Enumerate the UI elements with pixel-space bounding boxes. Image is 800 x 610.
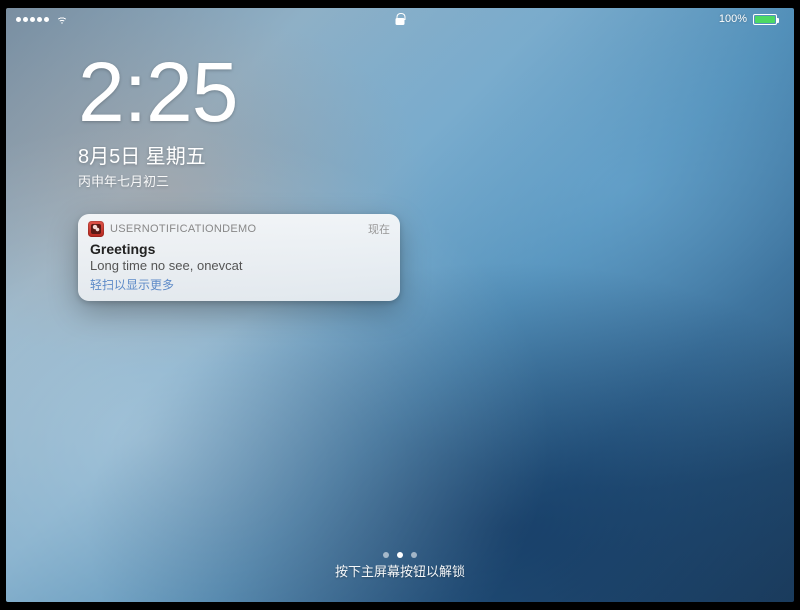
notification-card[interactable]: USERNOTIFICATIONDEMO 现在 Greetings Long t… bbox=[78, 214, 400, 301]
date-primary: 8月5日 星期五 bbox=[78, 140, 238, 169]
clock-area: 2:25 8月5日 星期五 丙申年七月初三 bbox=[78, 50, 238, 190]
app-icon bbox=[88, 221, 104, 237]
status-center bbox=[396, 13, 405, 25]
wifi-icon bbox=[55, 14, 69, 24]
page-dot bbox=[411, 552, 417, 558]
status-left bbox=[16, 14, 69, 24]
page-indicator bbox=[383, 552, 417, 558]
signal-strength-icon bbox=[16, 17, 49, 22]
notification-message: Long time no see, onevcat bbox=[90, 258, 388, 273]
status-bar: 100% bbox=[6, 8, 794, 30]
notification-swipe-hint: 轻扫以显示更多 bbox=[90, 276, 388, 293]
notification-body: Greetings Long time no see, onevcat 轻扫以显… bbox=[78, 241, 400, 301]
notification-header: USERNOTIFICATIONDEMO 现在 bbox=[78, 214, 400, 241]
status-right: 100% bbox=[713, 13, 784, 25]
battery-icon bbox=[753, 14, 777, 25]
lock-icon bbox=[396, 13, 405, 25]
unlock-hint: 按下主屏幕按钮以解锁 bbox=[6, 561, 794, 580]
page-dot bbox=[397, 552, 403, 558]
notification-title: Greetings bbox=[90, 241, 388, 257]
notification-app-name: USERNOTIFICATIONDEMO bbox=[110, 223, 256, 235]
page-dot bbox=[383, 552, 389, 558]
battery-percent: 100% bbox=[719, 13, 747, 25]
notification-time-ago: 现在 bbox=[368, 221, 390, 237]
lock-screen: 100% 2:25 8月5日 星期五 丙申年七月初三 USERNOTIFICAT… bbox=[6, 8, 794, 602]
date-secondary: 丙申年七月初三 bbox=[78, 171, 238, 190]
clock-time: 2:25 bbox=[78, 50, 238, 134]
